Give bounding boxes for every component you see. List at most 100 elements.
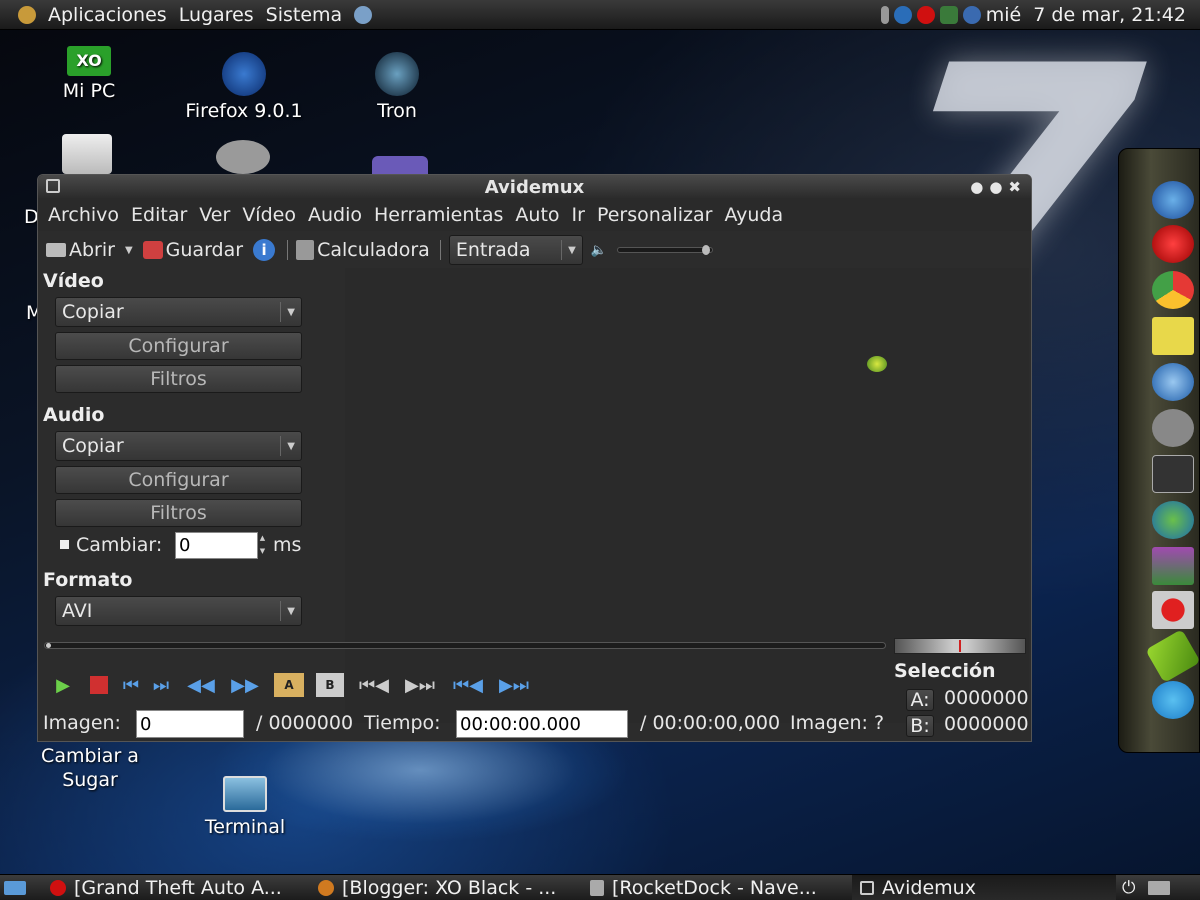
previous-keyframe-icon[interactable]: ⏮◀ [356, 673, 392, 697]
toolbar-separator [439, 240, 441, 260]
calculator-button[interactable]: Calculadora [296, 239, 430, 261]
chrome-icon[interactable] [1152, 271, 1194, 309]
frame-input[interactable]: 0 [136, 710, 244, 738]
maximize-icon[interactable]: ● [989, 178, 1002, 196]
marker-b-icon[interactable]: B [316, 673, 344, 697]
messenger-icon[interactable] [1152, 501, 1194, 539]
audio-filters-button[interactable]: Filtros [55, 499, 302, 527]
window-title: Avidemux [484, 176, 585, 198]
opera-icon[interactable] [1152, 225, 1194, 263]
usb-drive-icon[interactable] [1145, 629, 1200, 683]
taskbar-item[interactable]: [Blogger: XO Black - ... [318, 875, 580, 900]
taskbar-item[interactable]: [RocketDock - Nave... [590, 875, 846, 900]
taskbar-item[interactable]: [Grand Theft Auto A... [50, 875, 308, 900]
tray-menu-icon[interactable] [880, 5, 889, 24]
video-codec-select[interactable]: Copiar ▼ [55, 297, 302, 327]
info-icon[interactable]: i [253, 239, 276, 261]
save-icon [142, 241, 163, 259]
workspace-switcher[interactable] [1148, 875, 1172, 900]
recorder-icon[interactable] [1152, 591, 1194, 629]
menu-lugares[interactable]: Lugares [179, 4, 254, 26]
menu-ir[interactable]: Ir [572, 204, 585, 226]
video-configure-button[interactable]: Configurar [55, 332, 302, 360]
open-button[interactable]: Abrir [46, 239, 115, 261]
jog-indicator [959, 640, 961, 652]
menu-video[interactable]: Vídeo [242, 204, 296, 226]
fast-forward-icon[interactable]: ▶▶ [228, 673, 262, 697]
gens-icon[interactable] [216, 140, 270, 174]
menu-audio[interactable]: Audio [308, 204, 362, 226]
clock[interactable]: mié 7 de mar, 21:42 [986, 4, 1186, 26]
stop-icon[interactable] [88, 673, 110, 697]
view-mode-select[interactable]: Entrada ▼ [448, 235, 583, 265]
menu-ver[interactable]: Ver [199, 204, 230, 226]
open-folder-icon [46, 243, 66, 257]
network-globe-icon[interactable] [354, 5, 373, 24]
selection-a-button[interactable]: A: [906, 689, 934, 711]
tray-network-icon[interactable] [962, 5, 981, 24]
menu-sistema[interactable]: Sistema [266, 4, 343, 26]
menu-archivo[interactable]: Archivo [48, 204, 119, 226]
previous-frame-icon[interactable]: ⏮ [120, 673, 142, 697]
taskbar-item-label: Avidemux [882, 877, 976, 899]
audio-codec-select[interactable]: Copiar ▼ [55, 431, 302, 461]
gens-dock-icon[interactable] [1152, 409, 1194, 447]
shutdown-button[interactable]: ⏻ [1122, 875, 1144, 900]
shift-input[interactable]: 0 [175, 532, 258, 559]
next-frame-icon[interactable]: ⏭ [150, 673, 172, 697]
shift-label: Cambiar: [76, 534, 163, 556]
go-to-end-icon[interactable]: ▶⏭ [496, 673, 532, 697]
tray-avant-icon[interactable] [893, 5, 912, 24]
window-icon [590, 880, 604, 896]
volume-slider-handle[interactable] [702, 245, 711, 255]
desktop-icon-tron[interactable]: Tron [362, 52, 432, 122]
desktop-icon-mi-pc[interactable]: XO Mi PC [50, 46, 128, 102]
desktop-icon-firefox[interactable]: Firefox 9.0.1 [182, 52, 306, 122]
window-titlebar[interactable]: Avidemux ● ● ✖ [38, 175, 1031, 199]
menu-personalizar[interactable]: Personalizar [597, 204, 712, 226]
menu-aplicaciones[interactable]: Aplicaciones [48, 4, 167, 26]
menu-editar[interactable]: Editar [131, 204, 187, 226]
close-icon[interactable]: ✖ [1008, 178, 1021, 196]
clapperboard-icon[interactable] [1152, 455, 1194, 493]
selection-b-button[interactable]: B: [906, 715, 934, 737]
tray-battery-icon[interactable] [939, 5, 958, 24]
shift-stepper[interactable]: ▲ ▼ [258, 532, 267, 559]
menu-ayuda[interactable]: Ayuda [724, 204, 783, 226]
volume-slider[interactable] [617, 245, 714, 255]
time-input[interactable]: 00:00:00.000 [456, 710, 628, 738]
skype-icon[interactable] [1152, 681, 1194, 719]
minimize-icon[interactable]: ● [970, 178, 983, 196]
menu-auto[interactable]: Auto [515, 204, 559, 226]
audio-heading: Audio [43, 404, 105, 426]
menu-herramientas[interactable]: Herramientas [374, 204, 503, 226]
play-icon[interactable]: ▶ [48, 673, 78, 697]
timeline-slider[interactable] [44, 642, 886, 649]
video-filters-button[interactable]: Filtros [55, 365, 302, 393]
format-select[interactable]: AVI ▼ [55, 596, 302, 626]
avant-icon[interactable] [1152, 363, 1194, 401]
easytag-icon[interactable] [1152, 317, 1194, 355]
save-button[interactable]: Guardar [142, 239, 243, 261]
next-keyframe-icon[interactable]: ▶⏭ [402, 673, 438, 697]
gameboy-icon[interactable] [372, 156, 428, 174]
show-desktop-button[interactable] [4, 875, 44, 900]
taskbar-item-label: [Blogger: XO Black - ... [342, 877, 557, 899]
google-earth-icon[interactable] [1152, 181, 1194, 219]
tray-opera-icon[interactable] [916, 5, 935, 24]
taskbar-item-active[interactable]: Avidemux [852, 875, 1116, 900]
rewind-icon[interactable]: ◀◀ [184, 673, 218, 697]
home-folder-icon[interactable] [62, 134, 112, 174]
timeline-handle[interactable] [46, 643, 51, 648]
chevron-down-icon: ▼ [280, 601, 295, 621]
go-to-start-icon[interactable]: ⏮◀ [450, 673, 486, 697]
desktop-icon-terminal[interactable]: Terminal [198, 776, 292, 838]
opera-icon [50, 880, 66, 896]
winrar-icon[interactable] [1152, 547, 1194, 585]
audio-configure-button[interactable]: Configurar [55, 466, 302, 494]
jog-shuttle[interactable] [894, 638, 1026, 654]
open-dropdown-icon[interactable]: ▼ [125, 245, 133, 256]
shift-checkbox[interactable] [60, 540, 69, 549]
desktop-icon-cambiar-sugar[interactable]: Cambiar a Sugar [34, 744, 146, 792]
marker-a-icon[interactable]: A [274, 673, 304, 697]
